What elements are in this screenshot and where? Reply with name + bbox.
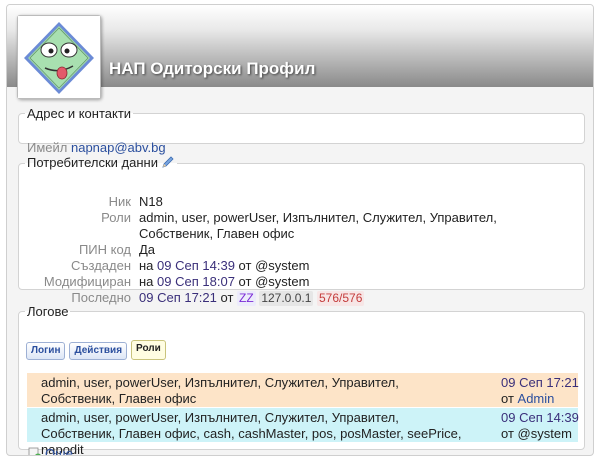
roles-row: Роли admin, user, powerUser, Изпълнител,… — [19, 210, 584, 242]
pin-row: ПИН код Да — [19, 242, 584, 258]
logs-legend: Логове — [27, 304, 69, 319]
add-document-icon — [28, 447, 42, 455]
log-entry-text: admin, user, powerUser, Изпълнител, Служ… — [41, 375, 399, 406]
modified-prefix: на — [139, 274, 154, 289]
modified-row: Модифициран на 09 Сеп 18:07 от @system — [19, 274, 584, 290]
log-entry-meta: 09 Сеп 14:39 от @system — [501, 410, 581, 442]
nick-row: Ник N18 — [19, 194, 584, 210]
log-entry-meta: 09 Сеп 17:21 от Admin — [501, 375, 581, 407]
address-legend: Адрес и контакти — [27, 106, 132, 121]
pencil-icon[interactable] — [161, 155, 175, 172]
modified-value: на 09 Сеп 18:07 от @system — [139, 274, 569, 290]
user-data-legend: Потребителски данни — [25, 155, 177, 172]
tab-roles[interactable]: Роли — [131, 340, 166, 360]
nick-label: Ник — [108, 194, 131, 209]
email-link[interactable]: napnap@abv.bg — [71, 140, 166, 155]
avatar — [17, 15, 101, 99]
more-link-label[interactable]: Още... — [45, 446, 84, 455]
nick-value: N18 — [139, 194, 163, 209]
last-by-prefix: от — [220, 290, 234, 305]
log-entry: admin, user, powerUser, Изпълнител, Служ… — [27, 408, 581, 455]
logs-tabs: Логин Действия Роли — [26, 340, 170, 360]
user-data-legend-text: Потребителски данни — [27, 155, 158, 170]
last-date: 09 Сеп 17:21 — [139, 290, 217, 305]
log-entry: admin, user, powerUser, Изпълнител, Служ… — [27, 373, 581, 407]
created-by: @system — [255, 258, 310, 273]
log-entry-by: @system — [517, 426, 572, 441]
created-row: Създаден на 09 Сеп 14:39 от @system — [19, 258, 584, 274]
log-entry-text: admin, user, powerUser, Изпълнител, Служ… — [41, 410, 462, 456]
log-entry-by-prefix: от — [501, 391, 514, 406]
user-data-section: Потребителски данни Ник N18 Роли admin, … — [18, 155, 585, 306]
profile-panel: НАП Одиторски Профил Адрес и контакти Им… — [6, 4, 594, 456]
more-link[interactable]: Още... — [28, 446, 84, 455]
pin-label: ПИН код — [78, 242, 131, 257]
modified-label: Модифициран — [43, 274, 131, 289]
created-prefix: на — [139, 258, 154, 273]
tab-actions[interactable]: Действия — [69, 342, 128, 360]
log-entry-by-prefix: от — [501, 426, 514, 441]
roles-value: admin, user, powerUser, Изпълнител, Служ… — [139, 210, 497, 241]
logs-section: Логове Логин Действия Роли admin, user, … — [18, 304, 585, 455]
log-entry-by-link[interactable]: Admin — [518, 391, 555, 406]
pin-value: Да — [139, 242, 156, 257]
address-section: Адрес и контакти Имейл napnap@abv.bg — [18, 106, 585, 155]
modified-by-prefix: от — [238, 274, 252, 289]
page-title: НАП Одиторски Профил — [109, 59, 316, 78]
profile-header: НАП Одиторски Профил — [7, 5, 593, 99]
diamond-face-avatar-icon — [18, 16, 100, 98]
email-label: Имейл — [27, 140, 68, 155]
modified-date: 09 Сеп 18:07 — [157, 274, 235, 289]
user-data-rows: Ник N18 Роли admin, user, powerUser, Изп… — [19, 194, 584, 306]
modified-by: @system — [255, 274, 310, 289]
created-label: Създаден — [71, 258, 131, 273]
created-value: на 09 Сеп 14:39 от @system — [139, 258, 569, 274]
created-date: 09 Сеп 14:39 — [157, 258, 235, 273]
log-entry-date: 09 Сеп 14:39 — [501, 410, 579, 425]
log-entry-date: 09 Сеп 17:21 — [501, 375, 579, 390]
tab-login[interactable]: Логин — [26, 342, 66, 360]
created-by-prefix: от — [238, 258, 252, 273]
email-row: Имейл napnap@abv.bg — [27, 140, 166, 155]
roles-label: Роли — [101, 210, 131, 225]
